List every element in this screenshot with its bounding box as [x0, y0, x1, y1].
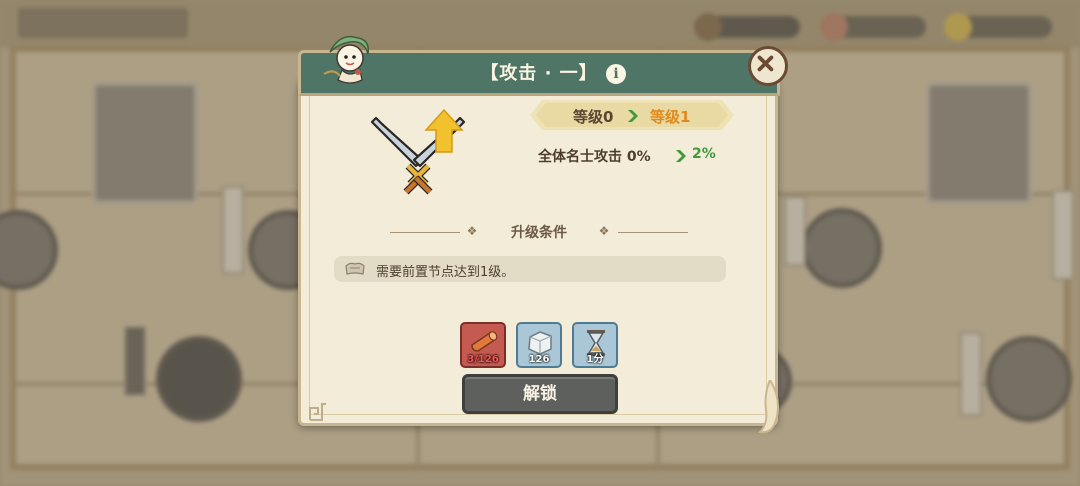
scroll-requirement-icon [345, 262, 365, 275]
unlock-button[interactable]: 解锁 [462, 374, 618, 414]
stat-next: 2% [692, 146, 716, 162]
scroll-curl-decoration [757, 380, 779, 434]
cost-value: 1分 [586, 354, 604, 365]
cost-value: 3/126 [467, 354, 499, 365]
mascot-character-icon [323, 35, 370, 84]
upgrade-dialog: 【攻击 · 一】 i 等级0 等级1 全体名士攻击 0% 2% ❖ 升级条件 ❖… [298, 35, 788, 434]
conditions-title: 升级条件 [511, 225, 567, 241]
requirement-row: 需要前置节点达到1级。 [334, 256, 726, 282]
divider-line [618, 232, 688, 233]
info-icon[interactable]: i [606, 64, 626, 84]
stat-current: 全体名士攻击 0% [538, 149, 651, 165]
cost-item-time[interactable]: 1分 [572, 322, 618, 368]
next-level: 等级1 [650, 108, 691, 126]
level-banner [530, 100, 734, 130]
cost-item-wood[interactable]: 3/126 [460, 322, 506, 368]
crossed-swords-upgrade-icon [370, 108, 466, 195]
close-icon [757, 55, 774, 72]
corner-ornament-icon [309, 403, 326, 421]
close-button[interactable] [748, 46, 788, 86]
cost-item-stone[interactable]: 126 [516, 322, 562, 368]
cost-value: 126 [528, 354, 550, 365]
diamond-ornament-icon: ❖ [598, 224, 610, 238]
requirement-text: 需要前置节点达到1级。 [376, 265, 515, 280]
current-level: 等级0 [573, 108, 614, 126]
